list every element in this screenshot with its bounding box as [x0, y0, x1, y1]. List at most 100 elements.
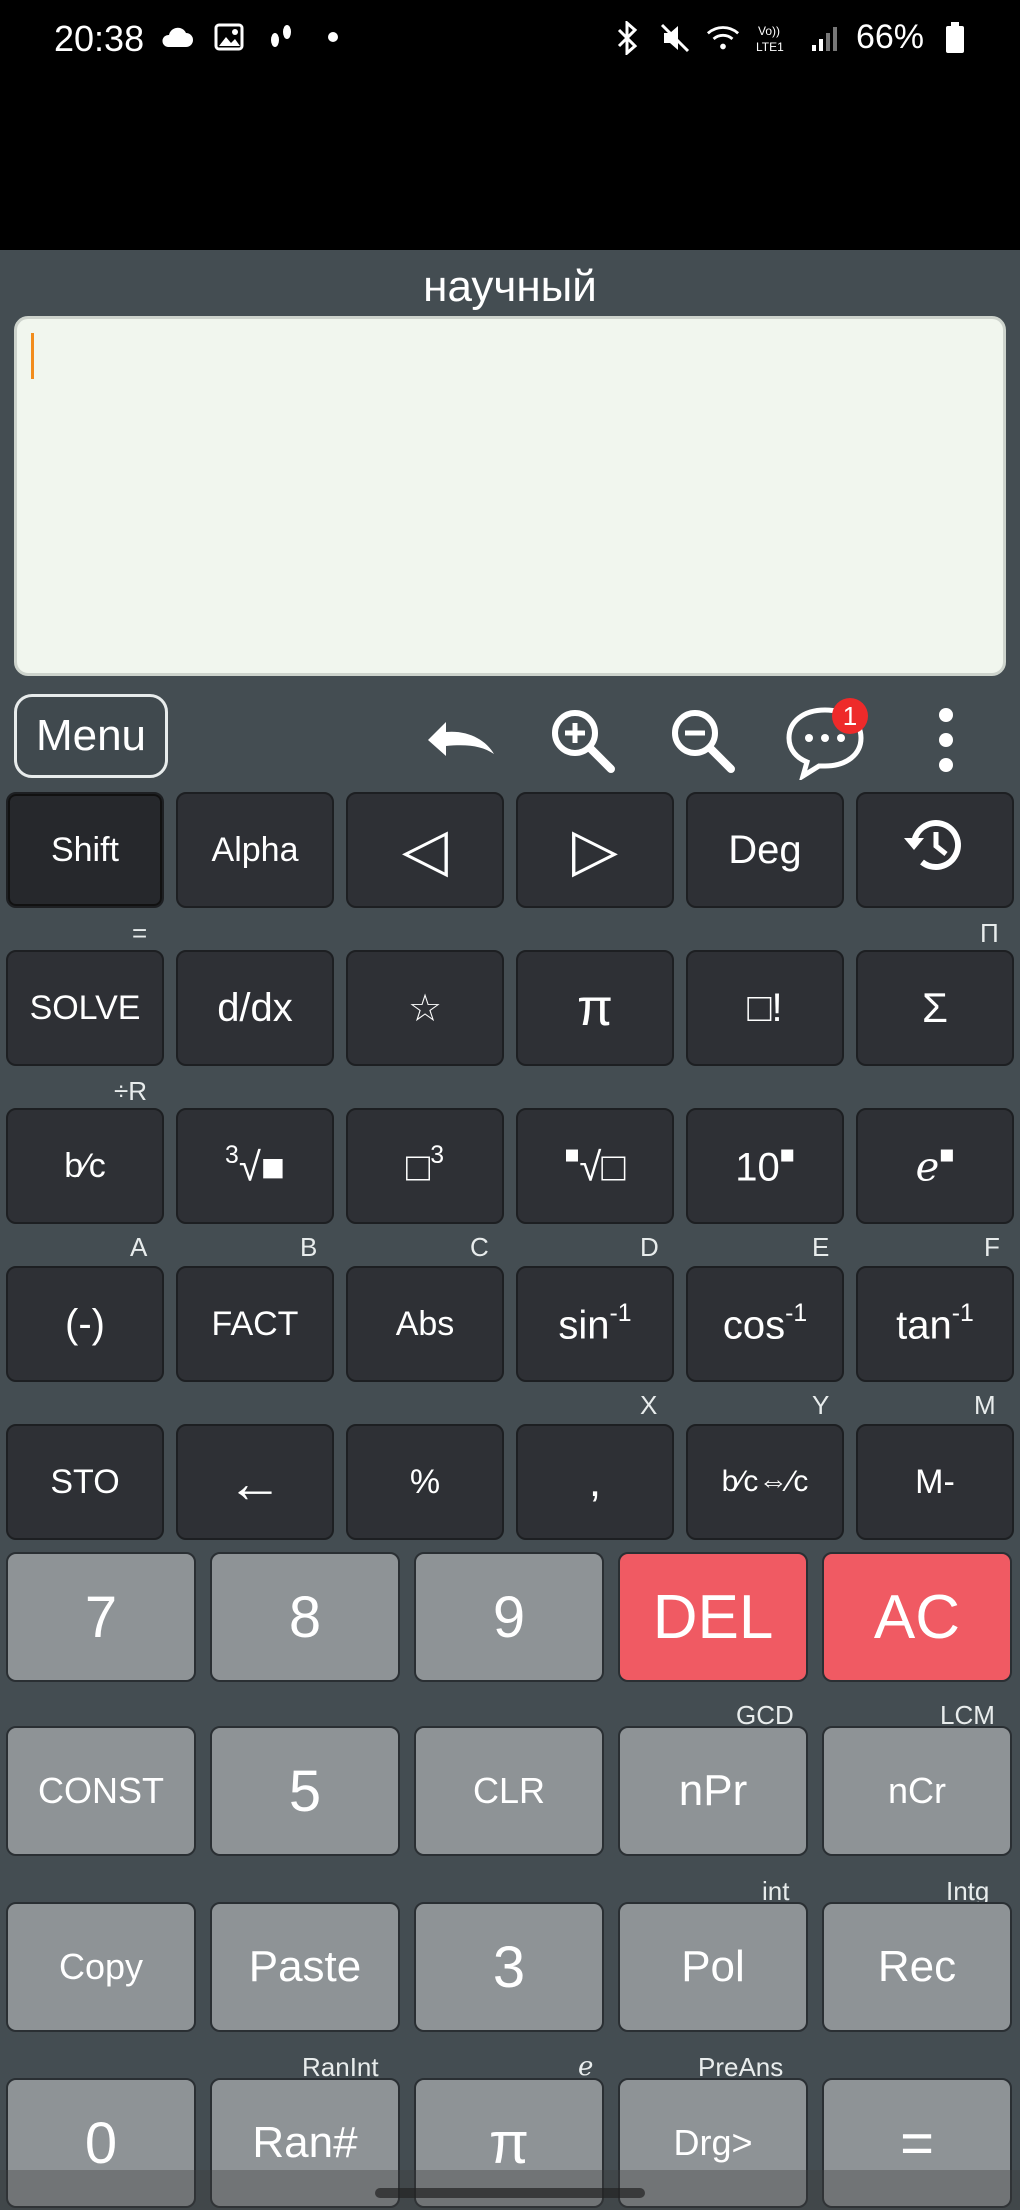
- arctan-label: tan: [896, 1303, 952, 1348]
- exp-button[interactable]: e■: [856, 1108, 1014, 1224]
- abs-button[interactable]: Abs: [346, 1266, 504, 1382]
- digit-7-label: 7: [84, 1584, 118, 1650]
- nth-root-button[interactable]: ■√□: [516, 1108, 674, 1224]
- derivative-label: d/dx: [217, 985, 293, 1030]
- cube-root-button[interactable]: 3√■: [176, 1108, 334, 1224]
- arcsin-button[interactable]: sin-1: [516, 1266, 674, 1382]
- more-options-icon[interactable]: [906, 700, 986, 780]
- favorite-button[interactable]: ☆: [346, 950, 504, 1066]
- arccos-exponent: -1: [785, 1299, 808, 1327]
- memory-minus-label: M-: [915, 1462, 955, 1501]
- cube-base: □: [406, 1145, 431, 1190]
- digit-7-button[interactable]: 7: [6, 1552, 196, 1682]
- abs-label: Abs: [395, 1304, 455, 1343]
- digit-5-label: 5: [288, 1758, 322, 1824]
- footsteps-icon: [264, 20, 298, 54]
- notification-badge: 1: [832, 698, 868, 734]
- fraction-convert-button[interactable]: b⁄c⇔⁄c: [686, 1424, 844, 1540]
- arccos-button[interactable]: cos-1: [686, 1266, 844, 1382]
- comma-label: ,: [588, 1457, 602, 1506]
- battery-percent: 66%: [855, 18, 924, 56]
- random-label: Ran#: [252, 2118, 358, 2167]
- paste-button[interactable]: Paste: [210, 1902, 400, 2032]
- undo-icon[interactable]: [420, 700, 500, 780]
- deg-button[interactable]: Deg: [686, 792, 844, 908]
- factorial-label: □!: [747, 985, 783, 1030]
- cube-button[interactable]: □3: [346, 1108, 504, 1224]
- var-e-label: E: [812, 1232, 830, 1262]
- digit-3-label: 3: [492, 1934, 526, 2000]
- const-label: CONST: [38, 1770, 164, 1811]
- zoom-in-icon[interactable]: [542, 700, 622, 780]
- percent-button[interactable]: %: [346, 1424, 504, 1540]
- copy-button[interactable]: Copy: [6, 1902, 196, 2032]
- system-icons: Vo)) LTE1 66%: [610, 18, 972, 57]
- solve-button[interactable]: SOLVE: [6, 950, 164, 1066]
- percent-label: %: [409, 1462, 441, 1501]
- copy-label: Copy: [58, 1946, 144, 1987]
- svg-text:LTE1: LTE1: [756, 40, 784, 54]
- div-remainder-label: ÷R: [114, 1076, 148, 1106]
- fraction-button[interactable]: b⁄c: [6, 1108, 164, 1224]
- menu-button[interactable]: Menu: [14, 694, 168, 778]
- memory-minus-button[interactable]: M-: [856, 1424, 1014, 1540]
- digit-0-label: 0: [84, 2110, 118, 2176]
- gallery-icon: [212, 20, 246, 54]
- const-button[interactable]: CONST: [6, 1726, 196, 1856]
- status-bar: 20:38 Vo)) LTE1 66%: [0, 0, 1020, 80]
- digit-8-button[interactable]: 8: [210, 1552, 400, 1682]
- digit-9-button[interactable]: 9: [414, 1552, 604, 1682]
- arctan-exponent: -1: [951, 1299, 974, 1327]
- sum-button[interactable]: Σ: [856, 950, 1014, 1066]
- calculator-app: научный Menu 1 Shift Alpha ◁ ▷ Deg = Π S…: [0, 250, 1020, 2210]
- store-label: STO: [50, 1462, 120, 1501]
- backspace-arrow-button[interactable]: ←: [176, 1424, 334, 1540]
- sum-label: Σ: [922, 984, 948, 1031]
- digit-3-button[interactable]: 3: [414, 1902, 604, 2032]
- cursor-left-button[interactable]: ◁: [346, 792, 504, 908]
- all-clear-button[interactable]: AC: [822, 1552, 1012, 1682]
- ten-base: 10: [735, 1145, 780, 1190]
- shift-button[interactable]: Shift: [6, 792, 164, 908]
- factorial-button[interactable]: □!: [686, 950, 844, 1066]
- cloud-icon: [160, 20, 194, 54]
- comma-button[interactable]: ,: [516, 1424, 674, 1540]
- volte-icon: Vo)) LTE1: [754, 21, 794, 55]
- store-button[interactable]: STO: [6, 1424, 164, 1540]
- permutation-button[interactable]: nPr: [618, 1726, 808, 1856]
- power-of-ten-button[interactable]: 10■: [686, 1108, 844, 1224]
- solve-alt-label: =: [132, 918, 148, 948]
- digit-5-button[interactable]: 5: [210, 1726, 400, 1856]
- polar-label: Pol: [681, 1942, 745, 1991]
- digit-8-label: 8: [288, 1584, 322, 1650]
- cursor-right-button[interactable]: ▷: [516, 792, 674, 908]
- derivative-button[interactable]: d/dx: [176, 950, 334, 1066]
- combination-button[interactable]: nCr: [822, 1726, 1012, 1856]
- status-time: 20:38: [54, 18, 145, 59]
- delete-button[interactable]: DEL: [618, 1552, 808, 1682]
- polar-button[interactable]: Pol: [618, 1902, 808, 2032]
- wifi-icon: [706, 21, 740, 55]
- pi-shift-button[interactable]: π: [516, 950, 674, 1066]
- clear-memory-button[interactable]: CLR: [414, 1726, 604, 1856]
- solve-label: SOLVE: [29, 988, 141, 1027]
- permutation-label: nPr: [678, 1766, 748, 1815]
- expression-display[interactable]: [14, 316, 1006, 676]
- e-base: e: [915, 1144, 940, 1191]
- rectangular-button[interactable]: Rec: [822, 1902, 1012, 2032]
- arctan-button[interactable]: tan-1: [856, 1266, 1014, 1382]
- alpha-button[interactable]: Alpha: [176, 792, 334, 908]
- navigation-bar: [0, 2170, 1020, 2210]
- var-b-label: B: [300, 1232, 318, 1262]
- history-icon: [900, 814, 970, 887]
- all-clear-label: AC: [873, 1582, 961, 1652]
- chat-icon[interactable]: 1: [780, 698, 870, 780]
- signal-icon: [808, 21, 842, 55]
- history-button[interactable]: [856, 792, 1014, 908]
- zoom-out-icon[interactable]: [662, 700, 742, 780]
- fraction-convert-label: b⁄c⇔⁄c: [721, 1465, 809, 1498]
- fact-button[interactable]: FACT: [176, 1266, 334, 1382]
- home-gesture-handle[interactable]: [375, 2188, 645, 2198]
- negative-button[interactable]: (-): [6, 1266, 164, 1382]
- rectangular-label: Rec: [877, 1942, 957, 1991]
